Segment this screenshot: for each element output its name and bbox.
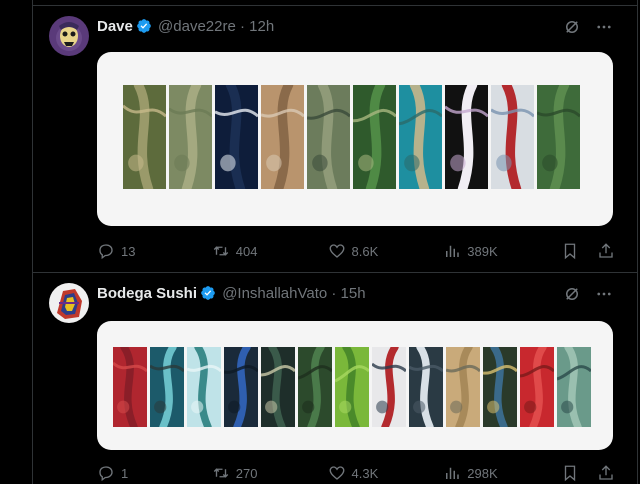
bookmark-icon [564,243,576,260]
share-button[interactable] [597,242,615,260]
repost-count: 404 [235,243,258,259]
verified-badge-icon [137,19,151,33]
satellite-tile-green-river [298,347,332,427]
bookmark-button[interactable] [561,242,579,260]
views-icon [446,467,460,479]
reply-count: 1 [121,465,129,481]
satellite-tile-green-fields [335,347,369,427]
reply-button[interactable]: 1 [97,464,212,482]
satellite-tile-teal-river [150,347,184,427]
bookmark-icon [564,465,576,482]
avatar[interactable] [49,283,89,323]
like-icon [329,244,344,258]
post-header: Dave @dave22re · 12h [97,18,274,35]
handle[interactable]: @InshallahVato [222,285,327,302]
display-name[interactable]: Dave [97,18,133,35]
separator: · [239,18,245,35]
satellite-tile-snow-dark [445,85,488,189]
post[interactable]: Bodega Sushi @InshallahVato · 15h 1 270 … [33,273,637,484]
satellite-tile-forest-road [537,85,580,189]
display-name[interactable]: Bodega Sushi [97,285,197,302]
satellite-tile-strip [123,85,580,189]
view-count: 298K [467,465,498,481]
media-image[interactable] [97,321,613,450]
like-count: 8.6K [351,243,379,259]
satellite-tile-farmland [123,85,166,189]
like-icon [329,466,344,480]
satellite-tile-red-coast [372,347,406,427]
view-count: 389K [467,243,498,259]
share-button[interactable] [597,464,615,482]
satellite-tile-red-field [113,347,147,427]
action-bar: 13 404 8.6K 389K [97,242,615,260]
satellite-tile-ice-channels [187,347,221,427]
like-count: 4.3K [351,465,379,481]
repost-icon [213,246,229,256]
satellite-tile-red-forest [520,347,554,427]
handle[interactable]: @dave22re [158,18,236,35]
satellite-tile-desert [446,347,480,427]
satellite-tile-snow-meander [409,347,443,427]
satellite-tile-strip [113,347,591,427]
repost-icon [213,468,229,478]
repost-button[interactable]: 404 [212,242,328,260]
post[interactable]: Dave @dave22re · 12h 13 404 8.6K 389K [33,6,637,273]
grok-icon[interactable] [563,18,581,36]
like-button[interactable]: 4.3K [328,464,444,482]
grok-icon[interactable] [563,285,581,303]
timestamp[interactable]: 15h [341,285,366,302]
views-button[interactable]: 298K [443,464,561,482]
post-header: Bodega Sushi @InshallahVato · 15h [97,285,366,302]
satellite-tile-blue-loop [224,347,258,427]
satellite-tile-delta [399,85,442,189]
action-bar: 1 270 4.3K 298K [97,464,615,482]
satellite-tile-river-forest [353,85,396,189]
post-header-actions [563,18,613,36]
satellite-tile-canyon [261,85,304,189]
satellite-tile-dark-river [261,347,295,427]
post-header-actions [563,285,613,303]
more-icon[interactable] [595,285,613,303]
verified-badge-icon [201,286,215,300]
views-button[interactable]: 389K [443,242,561,260]
like-button[interactable]: 8.6K [328,242,444,260]
timeline-column: Dave @dave22re · 12h 13 404 8.6K 389K Bo… [32,0,638,484]
share-icon [599,465,613,480]
satellite-tile-ice-ring-ocean [215,85,258,189]
reply-icon [99,244,113,260]
reply-button[interactable]: 13 [97,242,212,260]
share-icon [599,243,613,258]
satellite-tile-ice-red [491,85,534,189]
media-image[interactable] [97,52,613,226]
satellite-tile-grassland [169,85,212,189]
more-icon[interactable] [595,18,613,36]
timestamp[interactable]: 12h [249,18,274,35]
reply-icon [99,466,113,482]
avatar[interactable] [49,16,89,56]
satellite-tile-swirl [557,347,591,427]
repost-button[interactable]: 270 [212,464,328,482]
views-icon [446,245,460,257]
reply-count: 13 [121,243,136,259]
satellite-tile-lake [307,85,350,189]
repost-count: 270 [235,465,258,481]
separator: · [331,285,337,302]
satellite-tile-bay [483,347,517,427]
bookmark-button[interactable] [561,464,579,482]
